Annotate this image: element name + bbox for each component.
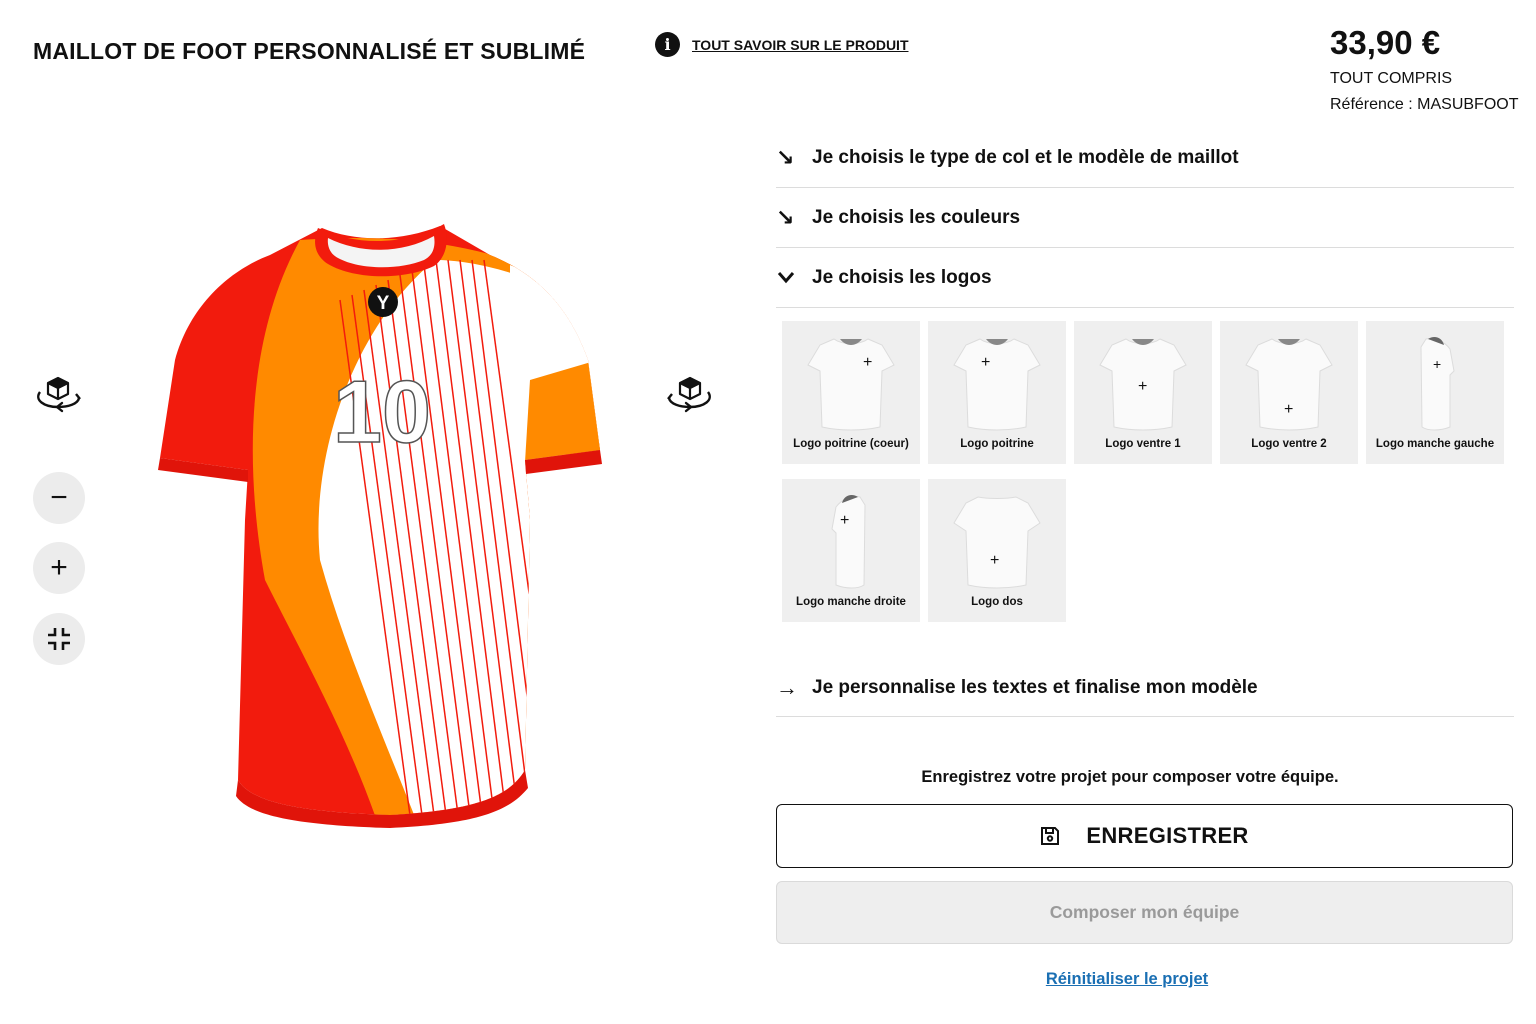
- step-collar-model[interactable]: ↘ Je choisis le type de col et le modèle…: [776, 128, 1514, 188]
- rotate-right-button[interactable]: [664, 374, 716, 414]
- svg-text:Y: Y: [377, 293, 390, 314]
- tshirt-front-icon: +: [1099, 338, 1187, 431]
- product-reference: Référence : MASUBFOOT: [1330, 96, 1519, 113]
- zoom-out-button[interactable]: −: [33, 472, 85, 524]
- jersey-number: 10: [333, 362, 431, 461]
- fullscreen-exit-icon: [48, 628, 70, 650]
- svg-text:+: +: [990, 552, 999, 569]
- logo-tile-label: Logo dos: [971, 596, 1023, 608]
- product-info-link[interactable]: i TOUT SAVOIR SUR LE PRODUIT: [655, 32, 909, 57]
- price-note: TOUT COMPRIS: [1330, 70, 1453, 87]
- svg-text:+: +: [981, 354, 990, 371]
- logo-tile-belly-2[interactable]: + Logo ventre 2: [1220, 321, 1358, 464]
- rotate-left-icon: [37, 376, 81, 413]
- step-label: Je choisis le type de col et le modèle d…: [812, 146, 1239, 168]
- save-hint: Enregistrez votre projet pour composer v…: [921, 768, 1339, 786]
- chevron-down-icon: [776, 265, 812, 291]
- step-label: Je choisis les logos: [812, 266, 992, 288]
- step-logos[interactable]: Je choisis les logos: [776, 248, 1514, 308]
- svg-text:+: +: [863, 354, 872, 371]
- floppy-disk-icon: [1041, 827, 1060, 845]
- logo-tile-label: Logo manche droite: [796, 596, 906, 608]
- logo-tile-chest[interactable]: + Logo poitrine: [928, 321, 1066, 464]
- svg-text:+: +: [1284, 401, 1293, 418]
- logo-tile-label: Logo ventre 1: [1105, 438, 1181, 450]
- rotate-left-button[interactable]: [32, 374, 84, 414]
- logo-tile-back[interactable]: + Logo dos: [928, 479, 1066, 622]
- customization-steps: ↘ Je choisis le type de col et le modèle…: [776, 128, 1514, 308]
- tshirt-front-icon: +: [1245, 338, 1333, 431]
- price-block: 33,90 € TOUT COMPRIS Référence : MASUBFO…: [1330, 24, 1519, 114]
- compose-team-button[interactable]: Composer mon équipe: [776, 881, 1513, 944]
- minus-icon: −: [50, 481, 68, 514]
- info-icon: i: [655, 32, 680, 57]
- rotate-right-icon: [667, 376, 711, 413]
- arrow-down-right-icon: ↘: [776, 204, 795, 230]
- price: 33,90 €: [1330, 24, 1441, 61]
- logo-tile-belly-1[interactable]: + Logo ventre 1: [1074, 321, 1212, 464]
- jersey-viewer: − + Y 10: [0, 120, 760, 1020]
- tshirt-back-icon: +: [953, 496, 1041, 589]
- tshirt-side-icon: +: [1420, 337, 1455, 431]
- logo-tile-label: Logo poitrine: [960, 438, 1034, 450]
- tshirt-side-icon: +: [831, 495, 866, 589]
- step-texts-finalize[interactable]: → Je personnalise les textes et finalise…: [776, 660, 1514, 717]
- arrow-right-icon: →: [776, 675, 798, 700]
- step-label: Je choisis les couleurs: [812, 206, 1021, 228]
- plus-icon: +: [50, 551, 68, 584]
- svg-text:+: +: [840, 512, 849, 529]
- reset-project-link[interactable]: Réinitialiser le projet: [776, 970, 1478, 989]
- logo-tile-chest-heart[interactable]: + Logo poitrine (coeur): [782, 321, 920, 464]
- svg-text:+: +: [1433, 356, 1441, 372]
- zoom-in-button[interactable]: +: [33, 542, 85, 594]
- tshirt-front-icon: +: [807, 338, 895, 431]
- step-colors[interactable]: ↘ Je choisis les couleurs: [776, 188, 1514, 248]
- logo-tile-label: Logo ventre 2: [1251, 438, 1327, 450]
- logo-tile-left-sleeve[interactable]: + Logo manche gauche: [1366, 321, 1504, 464]
- logo-tile-label: Logo poitrine (coeur): [793, 438, 909, 450]
- product-info-link-label: TOUT SAVOIR SUR LE PRODUIT: [692, 36, 909, 53]
- step-label: Je personnalise les textes et finalise m…: [812, 677, 1258, 698]
- tshirt-front-icon: +: [953, 338, 1041, 431]
- save-button[interactable]: ENREGISTRER: [776, 804, 1513, 868]
- fullscreen-button[interactable]: [33, 613, 85, 665]
- logo-tile-label: Logo manche gauche: [1375, 438, 1495, 450]
- save-button-label: ENREGISTRER: [1086, 823, 1249, 848]
- logo-tile-right-sleeve[interactable]: + Logo manche droite: [782, 479, 920, 622]
- page-title: MAILLOT DE FOOT PERSONNALISÉ ET SUBLIMÉ: [33, 38, 586, 64]
- arrow-down-right-icon: ↘: [776, 144, 795, 170]
- logo-placement-grid: + Logo poitrine (coeur) + Logo poitrine …: [782, 321, 1512, 622]
- svg-text:+: +: [1138, 378, 1147, 395]
- jersey-preview: Y 10: [158, 224, 602, 828]
